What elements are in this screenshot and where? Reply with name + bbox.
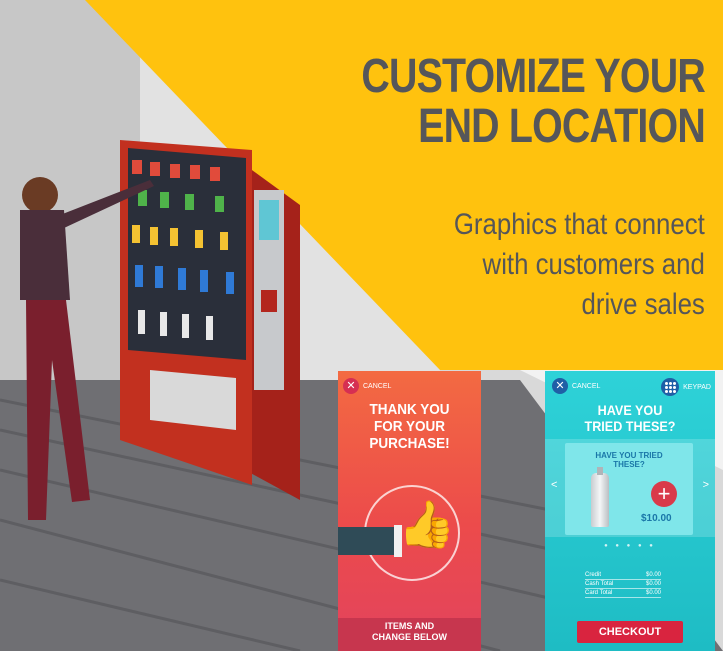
headline-line-1: CUSTOMIZE YOUR: [361, 50, 705, 103]
thank-you-screen: ✕ CANCEL THANK YOU FOR YOUR PURCHASE! 👍 …: [338, 371, 481, 651]
keypad-label: KEYPAD: [683, 383, 711, 391]
totals-value: $0.00: [645, 590, 661, 596]
totals-row: Credit $0.00: [585, 571, 661, 580]
keypad-icon: [661, 378, 680, 396]
upsell-title-line-1: HAVE YOU: [597, 402, 663, 418]
thank-you-title-line-3: PURCHASE!: [369, 435, 450, 452]
thank-you-title-line-2: FOR YOUR: [373, 418, 446, 435]
footer-line-2: CHANGE BELOW: [372, 632, 447, 642]
upsell-title-line-2: TRIED THESE?: [584, 418, 676, 434]
bottle-image: [591, 467, 609, 527]
totals-table: Credit $0.00 Cash Total $0.00 Card Total $0…: [585, 571, 661, 598]
cancel-label: CANCEL: [363, 382, 392, 390]
headline: CUSTOMIZE YOUR END LOCATION: [361, 52, 705, 152]
totals-row: Card Total $0.00: [585, 589, 661, 598]
next-arrow-icon[interactable]: >: [703, 479, 709, 491]
carousel-dots: ● ● ● ● ●: [604, 543, 656, 549]
subheadline-line-2: with customers and: [482, 248, 705, 281]
cancel-button[interactable]: ✕ CANCEL: [343, 378, 391, 394]
subheadline-line-3: drive sales: [581, 288, 705, 321]
product-price: $10.00: [641, 513, 672, 524]
thumbs-up-icon: 👍: [398, 498, 456, 550]
subheadline: Graphics that connect with customers and…: [454, 205, 705, 325]
prev-arrow-icon[interactable]: <: [551, 479, 557, 491]
product-card[interactable]: HAVE YOU TRIED THESE? + $10.00: [565, 443, 693, 535]
card-title-line-2: THESE?: [613, 460, 645, 469]
totals-value: $0.00: [645, 581, 661, 587]
add-item-button[interactable]: +: [651, 481, 677, 507]
thank-you-footer: ITEMS AND CHANGE BELOW: [338, 618, 481, 651]
thank-you-title: THANK YOU FOR YOUR PURCHASE!: [345, 401, 474, 452]
upsell-screen: ✕ CANCEL KEYPAD HAVE YOU TRIED THESE? < …: [545, 371, 715, 651]
headline-line-2: END LOCATION: [418, 100, 706, 153]
checkout-button[interactable]: CHECKOUT: [577, 621, 683, 643]
totals-label: Cash Total: [585, 581, 614, 587]
close-icon: ✕: [552, 378, 568, 394]
totals-row: Cash Total $0.00: [585, 580, 661, 589]
product-carousel: < HAVE YOU TRIED THESE? + $10.00 >: [545, 439, 715, 537]
cancel-label: CANCEL: [572, 382, 601, 390]
product-card-title: HAVE YOU TRIED THESE?: [565, 451, 693, 469]
totals-label: Credit: [585, 572, 602, 578]
close-icon: ✕: [343, 378, 359, 394]
subheadline-line-1: Graphics that connect: [454, 208, 705, 241]
thank-you-title-line-1: THANK YOU: [369, 401, 450, 418]
card-title-line-1: HAVE YOU TRIED: [595, 451, 663, 460]
footer-line-1: ITEMS AND: [384, 621, 435, 631]
upsell-title: HAVE YOU TRIED THESE?: [554, 402, 707, 434]
totals-label: Card Total: [585, 590, 613, 596]
keypad-button[interactable]: KEYPAD: [661, 378, 711, 396]
cancel-button[interactable]: ✕ CANCEL: [552, 378, 600, 394]
totals-value: $0.00: [645, 572, 661, 578]
arm-sleeve: [338, 527, 396, 555]
